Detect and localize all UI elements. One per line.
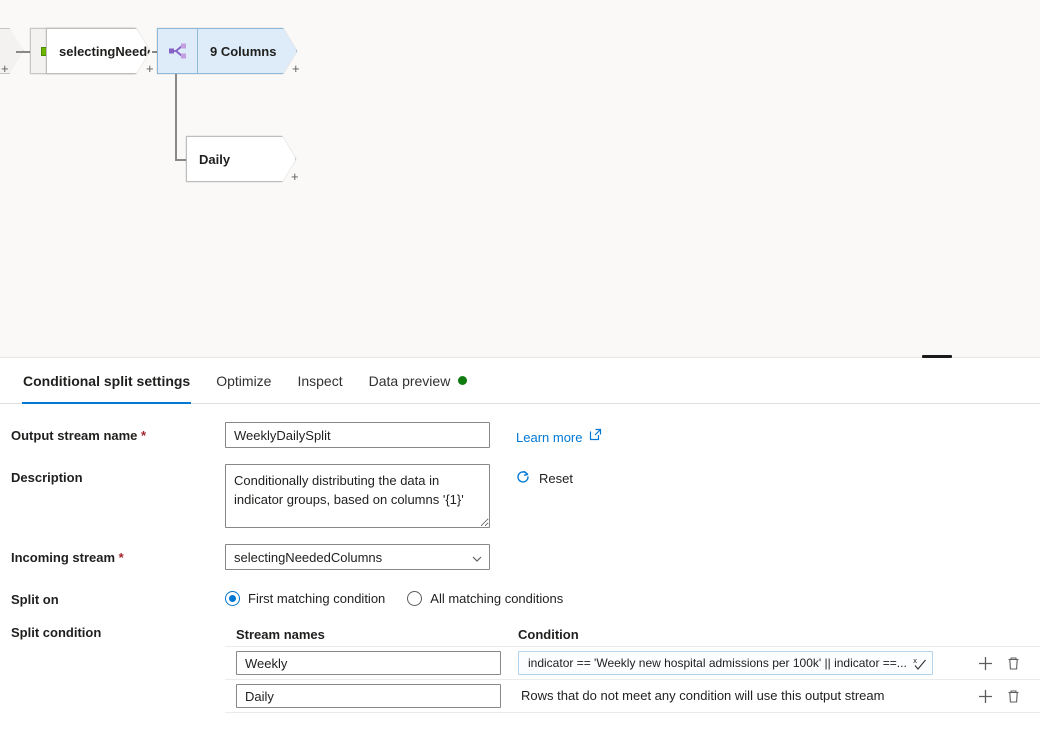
refresh-icon <box>516 470 530 487</box>
tab-label: Optimize <box>216 372 272 389</box>
learn-more-group: Learn more <box>516 422 602 446</box>
field-incoming-stream: Incoming stream * selectingNeededColumns <box>0 544 1040 570</box>
split-on-label: Split on <box>11 592 59 607</box>
expression-builder-icon[interactable]: x <box>912 656 927 671</box>
data-preview-status-dot <box>458 376 468 385</box>
output-stream-name-input[interactable] <box>225 422 490 448</box>
output-stream-name-label: Output stream name * <box>0 422 225 443</box>
add-row-icon[interactable] <box>976 687 994 705</box>
column-header-condition: Condition <box>518 627 579 642</box>
add-connector-icon-3[interactable]: + <box>291 170 299 183</box>
tab-label: Inspect <box>297 372 343 389</box>
add-connector-icon-2[interactable]: + <box>292 62 300 75</box>
tab-data-preview[interactable]: Data preview <box>356 358 481 404</box>
label-text: Output stream name <box>11 428 138 443</box>
canvas-node-selecting-needed-columns-body[interactable]: selectingNeede... <box>46 28 150 74</box>
row-actions-weekly <box>970 654 1040 672</box>
incoming-stream-select-wrapper: selectingNeededColumns <box>225 544 490 570</box>
canvas-node-9-columns[interactable]: 9 Columns <box>157 28 297 74</box>
add-connector-icon-0[interactable]: + <box>1 62 9 75</box>
table-row: Rows that do not meet any condition will… <box>225 680 1040 713</box>
reset-group: Reset <box>516 464 573 487</box>
stream-name-input-weekly[interactable] <box>236 651 501 675</box>
incoming-stream-label: Incoming stream * <box>0 544 225 565</box>
settings-form: Output stream name * Learn more Descript… <box>0 404 1040 713</box>
conditional-split-icon <box>158 29 198 73</box>
radio-label: All matching conditions <box>430 591 564 606</box>
split-on-radiogroup: First matching condition All matching co… <box>225 586 563 606</box>
panel-tabbar: Conditional split settings Optimize Insp… <box>0 358 1040 404</box>
condition-expression-field-weekly[interactable]: indicator == 'Weekly new hospital admiss… <box>518 651 933 675</box>
tab-inspect[interactable]: Inspect <box>284 358 355 404</box>
default-stream-note: Rows that do not meet any condition will… <box>521 688 885 703</box>
learn-more-link[interactable]: Learn more <box>516 430 582 445</box>
column-header-stream-names: Stream names <box>236 627 325 642</box>
required-asterisk: * <box>118 550 124 565</box>
canvas-node-label: 9 Columns <box>210 43 277 59</box>
required-asterisk: * <box>141 428 147 443</box>
table-row: indicator == 'Weekly new hospital admiss… <box>225 647 1040 680</box>
description-label: Description <box>11 470 83 485</box>
row-actions-daily <box>970 687 1040 705</box>
incoming-stream-value: selectingNeededColumns <box>234 549 383 565</box>
field-split-condition: Split condition Stream names Condition i… <box>0 623 1040 713</box>
settings-panel: Conditional split settings Optimize Insp… <box>0 358 1040 713</box>
radio-indicator <box>407 591 423 606</box>
condition-expression-text: indicator == 'Weekly new hospital admiss… <box>528 656 907 670</box>
reset-label: Reset <box>539 471 573 486</box>
external-link-icon[interactable] <box>589 428 602 446</box>
label-text: Incoming stream <box>11 550 116 565</box>
connector-columns-daily-vertical <box>175 74 177 160</box>
table-header-row: Stream names Condition <box>225 623 1040 647</box>
reset-button[interactable]: Reset <box>516 470 573 487</box>
radio-indicator <box>225 591 240 606</box>
canvas-node-daily[interactable]: Daily <box>186 136 296 182</box>
add-connector-icon-1[interactable]: + <box>146 62 154 75</box>
field-description: Description Reset <box>0 464 1040 528</box>
delete-row-icon[interactable] <box>1004 654 1022 672</box>
radio-first-matching-condition[interactable]: First matching condition <box>225 591 385 606</box>
panel-resize-handle[interactable] <box>922 355 952 358</box>
tab-label: Conditional split settings <box>23 372 191 389</box>
tab-optimize[interactable]: Optimize <box>203 358 284 404</box>
field-output-stream-name: Output stream name * Learn more <box>0 422 1040 448</box>
svg-text:x: x <box>913 657 917 665</box>
canvas-node-label: Daily <box>199 151 231 167</box>
incoming-stream-select[interactable]: selectingNeededColumns <box>225 544 490 570</box>
tab-conditional-split-settings[interactable]: Conditional split settings <box>10 358 203 404</box>
dataflow-canvas[interactable]: + selectingNeede... + 9 Columns + Daily … <box>0 0 1040 358</box>
field-split-on: Split on First matching condition All ma… <box>0 586 1040 607</box>
radio-label: First matching condition <box>248 591 386 606</box>
add-row-icon[interactable] <box>976 654 994 672</box>
radio-all-matching-conditions[interactable]: All matching conditions <box>407 591 563 606</box>
split-condition-table: Stream names Condition indicator == 'Wee… <box>225 623 1040 713</box>
tab-label: Data preview <box>368 372 451 389</box>
delete-row-icon[interactable] <box>1004 687 1022 705</box>
description-textarea[interactable] <box>225 464 490 528</box>
stream-name-input-daily[interactable] <box>236 684 501 708</box>
split-condition-label: Split condition <box>11 625 102 640</box>
